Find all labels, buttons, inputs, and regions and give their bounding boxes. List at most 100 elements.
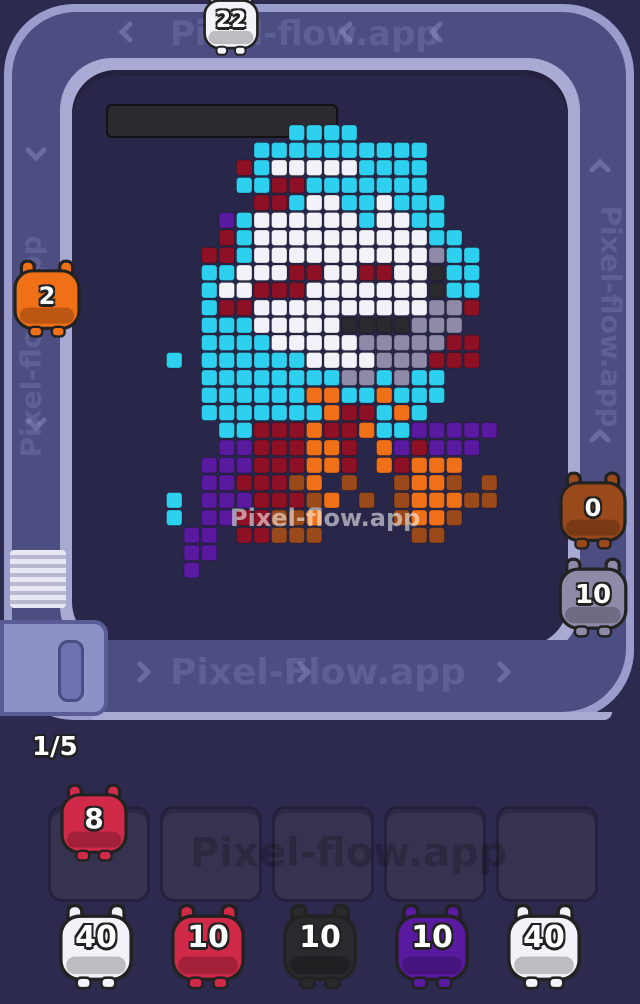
pixel-block <box>271 352 288 369</box>
brown-shooter-right[interactable]: 0 <box>550 470 636 550</box>
pixel-block <box>323 159 340 176</box>
pixel-block <box>341 317 358 334</box>
pixel-block <box>411 457 428 474</box>
pixel-block <box>271 159 288 176</box>
pixel-block <box>201 404 218 421</box>
pixel-block <box>218 334 235 351</box>
pixel-block <box>253 387 270 404</box>
pixel-block <box>463 492 480 509</box>
pixel-block <box>358 317 375 334</box>
pixel-block <box>201 334 218 351</box>
pixel-block <box>323 369 340 386</box>
pixel-block <box>393 142 410 159</box>
pixel-block <box>323 212 340 229</box>
pixel-block <box>236 299 253 316</box>
pixel-block <box>306 229 323 246</box>
empty-slot[interactable] <box>496 806 598 902</box>
pixel-block <box>376 282 393 299</box>
pixel-block <box>393 194 410 211</box>
pixel-block <box>306 142 323 159</box>
pixel-block <box>341 247 358 264</box>
pixel-block <box>393 439 410 456</box>
pixel-block <box>411 177 428 194</box>
pixel-block <box>341 177 358 194</box>
pixel-block <box>446 282 463 299</box>
pixel-block <box>306 457 323 474</box>
pixel-block <box>341 404 358 421</box>
pixel-block <box>236 457 253 474</box>
pixel-block <box>376 317 393 334</box>
pixel-block <box>358 229 375 246</box>
queued-shooter[interactable]: 40 <box>52 892 140 1000</box>
pixel-block <box>376 142 393 159</box>
pixel-block <box>393 334 410 351</box>
pixel-block <box>358 282 375 299</box>
pixel-block <box>358 247 375 264</box>
pixel-block <box>236 212 253 229</box>
pixel-block <box>323 247 340 264</box>
pixel-block <box>218 212 235 229</box>
pixel-block <box>323 352 340 369</box>
pixel-block <box>358 422 375 439</box>
queued-shooter[interactable]: 10 <box>388 892 476 1000</box>
pixel-block <box>376 159 393 176</box>
pixel-block <box>446 299 463 316</box>
pixel-block <box>218 387 235 404</box>
pixel-block <box>306 404 323 421</box>
pixel-block <box>306 317 323 334</box>
pixel-block <box>428 212 445 229</box>
gray-shooter-right[interactable]: 10 <box>550 556 636 638</box>
pixel-block <box>271 369 288 386</box>
pixel-block <box>411 404 428 421</box>
pixel-block <box>358 299 375 316</box>
pixel-block <box>288 369 305 386</box>
pixel-block <box>376 457 393 474</box>
queued-shooter[interactable]: 40 <box>500 892 588 1000</box>
pixel-block <box>306 247 323 264</box>
pixel-block <box>341 194 358 211</box>
pixel-block <box>376 177 393 194</box>
pixel-block <box>411 439 428 456</box>
pixel-block <box>393 229 410 246</box>
pixel-block <box>376 194 393 211</box>
pixel-block <box>358 159 375 176</box>
pixel-block <box>323 282 340 299</box>
pixel-block <box>288 142 305 159</box>
pixel-block <box>201 299 218 316</box>
pixel-block <box>323 317 340 334</box>
pixel-block <box>463 334 480 351</box>
queued-shooter[interactable]: 10 <box>164 892 252 1000</box>
pixel-block <box>323 194 340 211</box>
pixel-block <box>428 422 445 439</box>
pixel-block <box>201 369 218 386</box>
waiting-shooter[interactable]: 8 <box>54 772 134 872</box>
pixel-block <box>253 247 270 264</box>
orange-shooter-left[interactable]: 2 <box>4 258 90 338</box>
pixel-block <box>288 177 305 194</box>
pixel-block <box>201 474 218 491</box>
white-shooter-top[interactable]: 22 <box>198 0 264 66</box>
pixel-block <box>253 404 270 421</box>
pixel-block <box>446 457 463 474</box>
pixel-block <box>323 422 340 439</box>
pixel-block <box>218 299 235 316</box>
pixel-block <box>271 212 288 229</box>
pixel-block <box>428 264 445 281</box>
pixel-block <box>253 229 270 246</box>
pixel-block <box>253 177 270 194</box>
pixel-block <box>288 334 305 351</box>
pixel-block <box>323 124 340 141</box>
pixel-block <box>446 229 463 246</box>
pixel-block <box>166 352 183 369</box>
pixel-block <box>253 334 270 351</box>
pixel-block <box>201 492 218 509</box>
pixel-block <box>288 194 305 211</box>
pixel-block <box>236 229 253 246</box>
pixel-block <box>306 474 323 491</box>
pixel-block <box>271 264 288 281</box>
pixel-block <box>288 247 305 264</box>
pixel-block <box>411 282 428 299</box>
queued-shooter[interactable]: 10 <box>276 892 364 1000</box>
ammo-count: 10 <box>187 920 229 955</box>
pixel-block <box>306 282 323 299</box>
